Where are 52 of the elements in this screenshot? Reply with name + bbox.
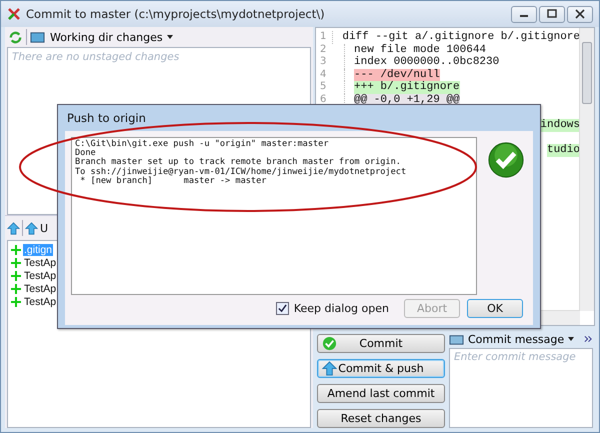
line-number: 2 xyxy=(316,44,345,56)
close-icon xyxy=(575,9,585,19)
dialog-title: Push to origin xyxy=(66,110,147,127)
up-arrow-icon[interactable] xyxy=(25,222,38,234)
diff-line: new file mode 100644 xyxy=(354,44,486,56)
expand-icon[interactable] xyxy=(584,335,593,343)
maximize-icon xyxy=(547,9,557,19)
output-line: C:\Git\bin\git.exe push -u "origin" master:master xyxy=(75,140,330,149)
working-dir-dropdown[interactable]: Working dir changes xyxy=(48,30,175,44)
file-item[interactable]: TestAp xyxy=(23,256,58,268)
vertical-scrollbar[interactable] xyxy=(579,28,594,311)
action-button[interactable]: Reset changes xyxy=(317,409,445,428)
output-line: * [new branch] master -> master xyxy=(79,176,266,186)
refresh-icon[interactable] xyxy=(8,30,23,44)
unstage-label[interactable]: U xyxy=(40,222,48,234)
plus-icon xyxy=(11,244,21,254)
plus-icon xyxy=(11,258,21,268)
output-line: Branch master set up to track remote branch master from origin. xyxy=(75,158,402,168)
file-item[interactable]: TestAp xyxy=(23,282,58,294)
keep-open-checkbox[interactable] xyxy=(276,302,289,314)
maximize-button[interactable] xyxy=(539,6,565,22)
minimize-button[interactable] xyxy=(511,6,537,22)
output-line: To ssh://jinweijie@ryan-vm-01/ICW/home/jinweijie/mydotnetproject xyxy=(75,168,408,177)
commit-message-dropdown[interactable]: Commit message xyxy=(466,332,576,346)
line-number: 5 xyxy=(316,81,345,94)
caret-icon xyxy=(166,35,173,39)
up-arrow-icon[interactable] xyxy=(7,222,20,234)
check-icon xyxy=(322,336,337,351)
up-arrow-icon xyxy=(322,361,337,376)
commit-message-field[interactable]: Enter commit message xyxy=(449,348,593,428)
file-item[interactable]: TestAp xyxy=(23,296,58,308)
diff-line: diff --git a/.gitignore b/.gitignore xyxy=(342,31,580,44)
checkbox-label: Keep dialog open xyxy=(294,302,389,314)
dialog-button[interactable]: OK xyxy=(467,298,523,318)
file-item[interactable]: TestAp xyxy=(23,270,58,282)
plus-icon xyxy=(11,296,21,306)
plus-icon xyxy=(11,270,21,280)
line-number: 3 xyxy=(316,56,345,69)
output-line: Done xyxy=(75,149,96,158)
action-button[interactable]: Amend last commit xyxy=(317,384,445,403)
caret-icon xyxy=(568,337,574,341)
git-logo-icon xyxy=(7,7,21,21)
diff-line: index 0000000..0bc8230 xyxy=(354,56,500,69)
empty-list-text: There are no unstaged changes xyxy=(12,51,180,63)
window-title: Commit to master (c:\myprojects\mydotnetproject\) xyxy=(26,7,325,21)
action-button[interactable]: Commit xyxy=(317,334,445,353)
plus-icon xyxy=(11,284,21,294)
close-button[interactable] xyxy=(567,6,593,22)
line-number: 4 xyxy=(316,68,345,82)
success-check-icon xyxy=(487,141,525,179)
line-number: 1 xyxy=(316,31,334,44)
action-button[interactable]: Commit & push xyxy=(317,359,445,378)
